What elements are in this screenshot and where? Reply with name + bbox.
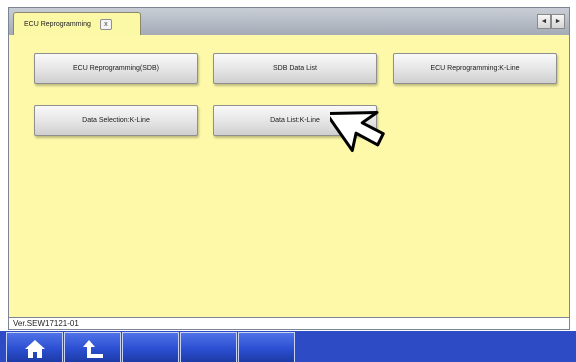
toolbar-slot-3[interactable] <box>122 332 179 362</box>
tab-label: ECU Reprogramming <box>24 21 91 28</box>
sdb-data-list-button[interactable]: SDB Data List <box>213 53 377 84</box>
toolbar-slot-5[interactable] <box>238 332 295 362</box>
bottom-toolbar <box>0 331 576 362</box>
version-label: Ver.SEW17121-01 <box>13 319 79 328</box>
scroll-left-icon[interactable]: ◄ <box>537 14 551 29</box>
toolbar-slot-4[interactable] <box>180 332 237 362</box>
tab-bar: ECU Reprogramming x ◄ ► <box>8 7 570 36</box>
tab-close-icon[interactable]: x <box>99 19 112 30</box>
back-icon <box>82 340 103 358</box>
tab-ecu-reprogramming[interactable]: ECU Reprogramming x <box>13 12 141 36</box>
home-button[interactable] <box>6 332 63 362</box>
app-window: ECU Reprogramming x ◄ ► ECU Reprogrammin… <box>0 0 576 362</box>
data-selection-kline-button[interactable]: Data Selection:K-Line <box>34 105 198 136</box>
tab-scroll-controls: ◄ ► <box>537 14 565 29</box>
scroll-right-icon[interactable]: ► <box>551 14 565 29</box>
ecu-reprogramming-sdb-button[interactable]: ECU Reprogramming(SDB) <box>34 53 198 84</box>
function-panel: ECU Reprogramming(SDB) SDB Data List ECU… <box>8 35 570 318</box>
back-button[interactable] <box>64 332 121 362</box>
pointer-cursor-icon <box>330 110 385 152</box>
home-icon <box>24 340 45 358</box>
ecu-reprogramming-kline-button[interactable]: ECU Reprogramming:K-Line <box>393 53 557 84</box>
status-bar: Ver.SEW17121-01 <box>8 318 570 330</box>
